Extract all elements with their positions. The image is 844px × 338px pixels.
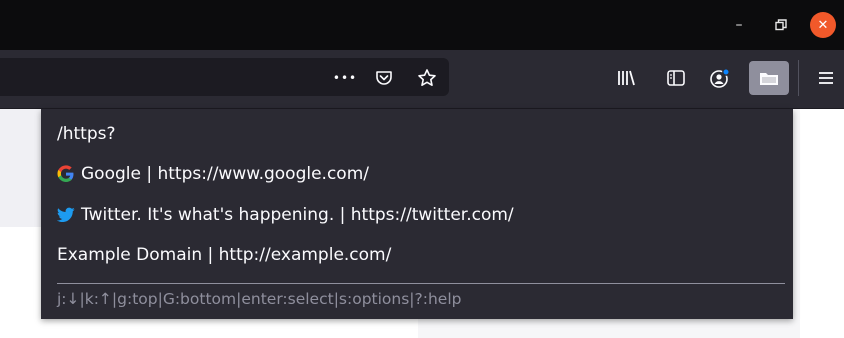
account-icon — [710, 68, 730, 88]
library-icon — [618, 70, 635, 86]
keyboard-help-text: j:↓|k:↑|g:top|G:bottom|enter:select|s:op… — [57, 287, 461, 311]
sidebar-button[interactable] — [662, 65, 690, 91]
page-actions-button[interactable]: ••• — [330, 66, 360, 90]
restore-icon — [775, 19, 787, 31]
minimize-button[interactable]: – — [724, 10, 754, 40]
menu-button[interactable] — [812, 65, 840, 91]
more-actions-icon: ••• — [332, 71, 358, 85]
restore-button[interactable] — [766, 10, 796, 40]
minimize-icon: – — [735, 17, 743, 33]
account-button[interactable] — [706, 64, 734, 92]
close-icon: ✕ — [817, 17, 829, 33]
extension-button[interactable] — [749, 61, 789, 95]
result-item[interactable]: Twitter. It's what's happening. | https:… — [57, 202, 514, 228]
bookmark-button[interactable] — [414, 66, 440, 90]
window-titlebar: – ✕ — [0, 0, 844, 50]
result-label: Twitter. It's what's happening. | https:… — [81, 205, 514, 225]
sidebar-icon — [667, 70, 685, 86]
search-query-text: /https? — [57, 124, 116, 144]
extension-icon — [760, 73, 778, 85]
search-query-input[interactable]: /https? — [57, 121, 116, 147]
navigation-toolbar: ••• — [0, 50, 844, 109]
pocket-icon — [376, 71, 392, 85]
result-label: Example Domain | http://example.com/ — [57, 245, 392, 265]
menu-icon — [819, 72, 833, 84]
pocket-button[interactable] — [372, 66, 396, 90]
close-button[interactable]: ✕ — [810, 12, 836, 38]
tab-search-popup: /https? Google | https://www.google.com/… — [41, 109, 793, 319]
result-item[interactable]: Google | https://www.google.com/ — [57, 161, 369, 187]
twitter-icon — [57, 206, 75, 224]
toolbar-separator — [798, 60, 799, 96]
page-content-edge — [800, 109, 844, 338]
bookmark-star-icon — [418, 69, 436, 86]
popup-divider — [57, 283, 785, 284]
result-label: Google | https://www.google.com/ — [81, 164, 369, 184]
help-label: j:↓|k:↑|g:top|G:bottom|enter:select|s:op… — [57, 290, 462, 308]
library-button[interactable] — [612, 65, 640, 91]
google-icon — [57, 165, 75, 183]
result-item[interactable]: Example Domain | http://example.com/ — [57, 242, 391, 268]
